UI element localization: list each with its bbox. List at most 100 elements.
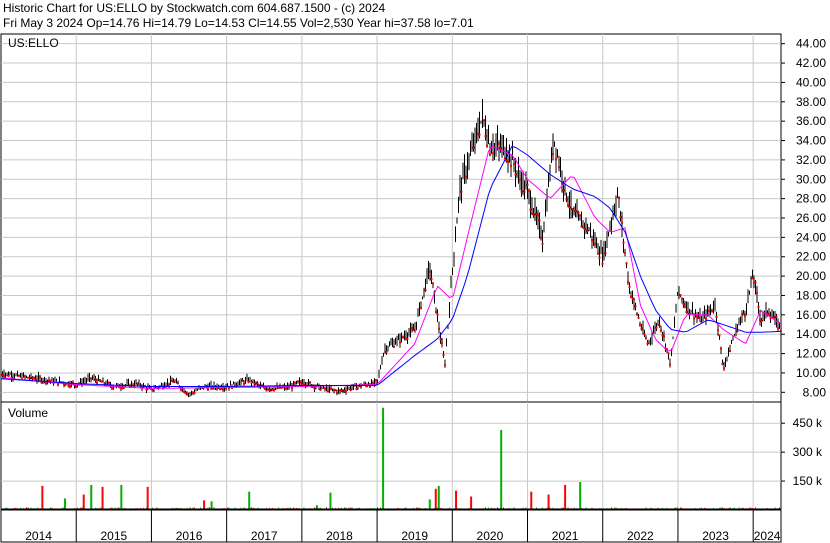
price-down-mark	[619, 216, 622, 219]
price-y-tick-label: 34.00	[796, 134, 826, 148]
price-down-mark	[637, 316, 640, 319]
price-down-mark	[250, 381, 253, 384]
price-down-mark	[598, 256, 601, 259]
price-down-mark	[247, 381, 250, 384]
price-down-mark	[682, 303, 685, 306]
price-y-tick-label: 30.00	[796, 172, 826, 186]
price-down-mark	[756, 291, 758, 294]
price-down-mark	[597, 252, 599, 255]
price-down-mark	[375, 379, 377, 382]
price-down-mark	[24, 375, 26, 378]
price-down-mark	[489, 153, 491, 156]
price-down-mark	[685, 310, 688, 313]
price-down-mark	[640, 327, 643, 330]
price-y-tick-labels: 44.00 42.00 40.00 38.00 36.00 34.00 32.00 30.00…	[781, 37, 826, 399]
price-down-mark	[660, 329, 662, 332]
price-down-mark	[253, 382, 256, 385]
price-down-mark	[393, 346, 395, 349]
price-down-mark	[436, 313, 439, 316]
price-y-tick-label: 32.00	[796, 153, 826, 167]
price-down-mark	[411, 327, 413, 330]
price-down-mark	[94, 378, 97, 381]
price-down-mark	[751, 277, 754, 280]
price-down-mark	[345, 390, 347, 393]
price-down-mark	[708, 310, 710, 313]
price-down-mark	[711, 310, 713, 313]
price-down-mark	[499, 147, 502, 150]
price-down-mark	[621, 221, 623, 224]
price-down-mark	[336, 391, 338, 394]
price-down-mark	[273, 389, 275, 392]
x-tick-label: 2019	[401, 529, 428, 543]
price-down-mark	[757, 305, 760, 308]
price-down-mark	[718, 334, 721, 337]
price-down-mark	[177, 382, 179, 385]
price-y-tick-label: 26.00	[796, 211, 826, 225]
price-down-mark	[444, 364, 446, 367]
price-down-mark	[291, 386, 293, 389]
price-down-mark	[172, 381, 175, 384]
price-down-mark	[327, 390, 329, 393]
price-y-tick-label: 40.00	[796, 75, 826, 89]
x-tick-label: 2021	[552, 529, 579, 543]
price-down-mark	[717, 329, 719, 332]
price-down-mark	[324, 387, 326, 390]
price-down-mark	[541, 242, 544, 245]
price-down-mark	[754, 281, 757, 284]
price-down-mark	[679, 294, 682, 297]
price-down-mark	[577, 211, 580, 214]
volume-y-tick-labels: 450 k 300 k 150 k	[781, 416, 823, 488]
price-down-mark	[538, 219, 541, 222]
price-down-mark	[420, 307, 422, 310]
price-down-mark	[18, 374, 20, 377]
price-down-mark	[438, 327, 440, 330]
price-down-mark	[465, 175, 467, 178]
price-down-mark	[412, 329, 415, 332]
volume-label: Volume	[8, 406, 48, 420]
price-down-mark	[567, 204, 569, 207]
price-down-mark	[684, 305, 686, 308]
volume-panel-frame	[0, 401, 782, 511]
price-down-mark	[193, 391, 196, 394]
x-tick-label: 2018	[326, 529, 353, 543]
volume-y-tick-label: 300 k	[793, 445, 823, 459]
price-down-mark	[775, 316, 778, 319]
price-down-mark	[168, 383, 170, 386]
price-y-tick-label: 22.00	[796, 250, 826, 264]
price-down-mark	[705, 317, 707, 320]
price-down-mark	[330, 387, 332, 390]
price-down-mark	[294, 381, 296, 384]
price-down-mark	[145, 388, 148, 391]
price-down-mark	[186, 393, 188, 396]
price-down-mark	[268, 389, 271, 392]
price-down-mark	[319, 388, 322, 391]
price-down-mark	[580, 225, 583, 228]
symbol-label: US:ELLO	[8, 36, 59, 50]
price-down-mark	[28, 377, 31, 380]
price-down-mark	[510, 164, 512, 167]
price-down-mark	[681, 297, 683, 300]
price-down-mark	[7, 375, 10, 378]
price-down-mark	[552, 153, 554, 156]
price-down-mark	[601, 262, 604, 265]
price-down-mark	[723, 367, 725, 370]
price-down-mark	[523, 190, 526, 193]
price-down-mark	[483, 119, 485, 122]
x-tick-label: 2014	[25, 529, 52, 543]
price-down-mark	[715, 315, 718, 318]
price-down-mark	[636, 312, 638, 315]
price-down-mark	[136, 382, 139, 385]
price-down-mark	[460, 190, 463, 193]
x-tick-label: 2022	[627, 529, 654, 543]
price-down-mark	[645, 337, 647, 340]
price-down-mark	[628, 286, 631, 289]
price-down-mark	[634, 305, 637, 308]
price-down-mark	[721, 363, 724, 366]
price-down-mark	[432, 282, 434, 285]
price-down-mark	[90, 377, 92, 380]
price-down-mark	[313, 387, 316, 390]
price-down-mark	[558, 166, 560, 169]
price-down-mark	[492, 152, 494, 155]
price-down-mark	[49, 379, 52, 382]
price-down-mark	[583, 227, 586, 230]
